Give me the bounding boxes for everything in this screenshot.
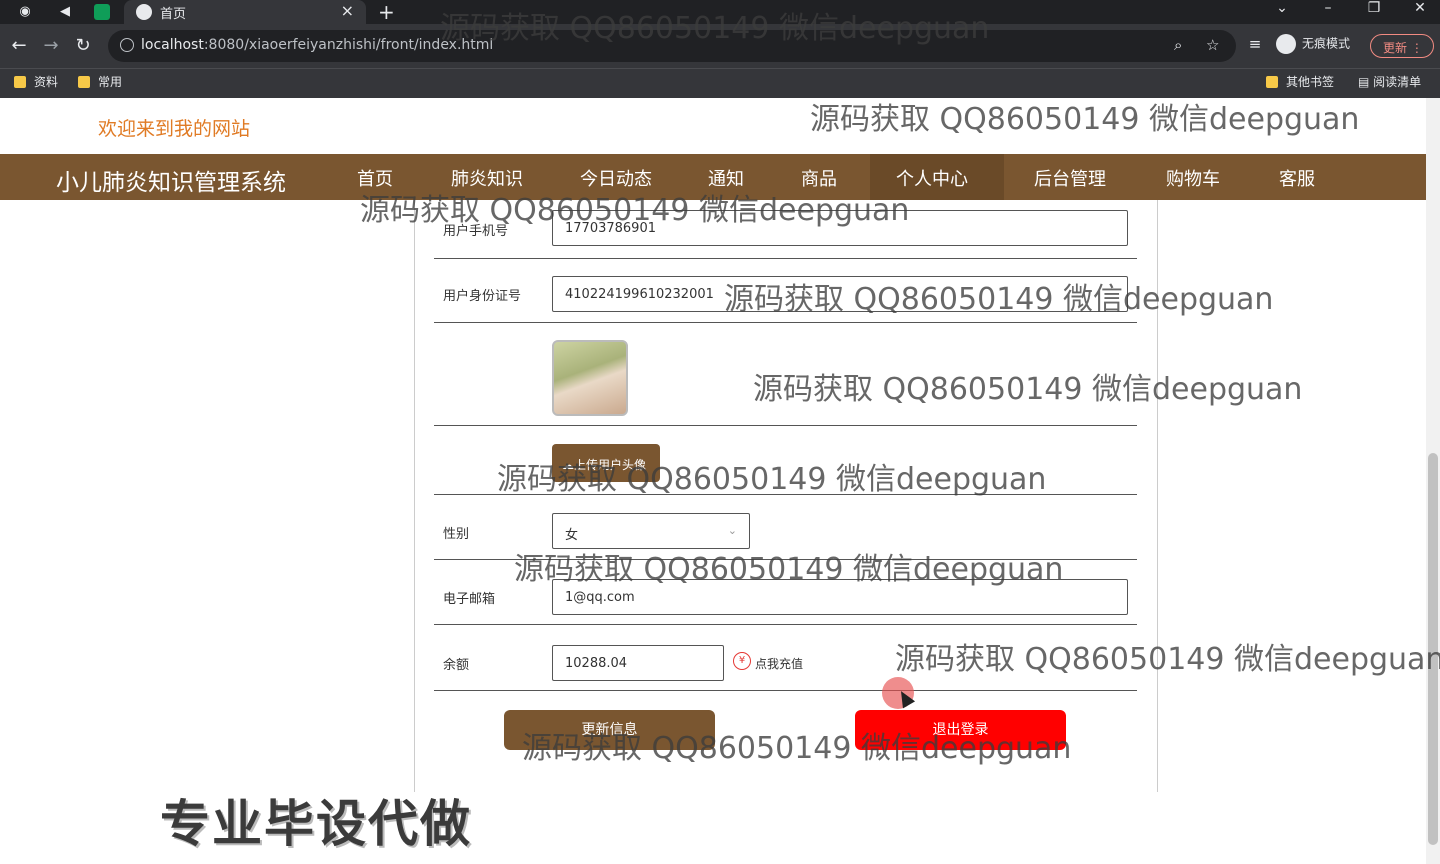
recharge-link[interactable]: 点我充值 [755, 655, 803, 672]
incognito-indicator[interactable]: 无痕模式 [1276, 34, 1350, 54]
yuan-icon[interactable]: ¥ [733, 652, 751, 670]
browser-toolbar: ← → ↻ localhost:8080/xiaoerfeiyanzhishi/… [0, 24, 1440, 68]
row-divider [434, 690, 1137, 691]
bookmarks-bar: 资料 常用 其他书签 ▤ 阅读清单 [0, 68, 1440, 98]
ad-overlay-text: 专业毕设代做 [160, 795, 472, 853]
upload-cloud-icon: ☁ [562, 458, 574, 472]
phone-input[interactable]: 17703786901 [552, 210, 1128, 246]
nav-home[interactable]: 首页 [357, 165, 393, 191]
active-tab[interactable]: 首页 × [124, 0, 366, 24]
nav-cart[interactable]: 购物车 [1166, 165, 1220, 191]
restore-icon[interactable]: ❐ [1364, 0, 1384, 16]
row-divider [434, 322, 1137, 323]
folder-icon [14, 76, 26, 88]
incognito-icon [1276, 34, 1296, 54]
nav-admin[interactable]: 后台管理 [1034, 165, 1106, 191]
row-divider [434, 494, 1137, 495]
forward-icon[interactable]: → [40, 35, 62, 56]
bookmark-star-icon[interactable]: ☆ [1206, 36, 1219, 54]
sheet-icon[interactable] [94, 4, 110, 20]
phone-label: 用户手机号 [443, 224, 509, 239]
audio-icon[interactable]: ◀ [56, 3, 74, 21]
nav-today-news[interactable]: 今日动态 [580, 165, 652, 191]
reading-list-icon: ▤ [1358, 75, 1374, 89]
site-info-icon[interactable] [120, 38, 134, 52]
folder-icon [1266, 76, 1278, 88]
welcome-text: 欢迎来到我的网站 [98, 118, 251, 140]
row-divider [434, 258, 1137, 259]
tab-title: 首页 [160, 7, 187, 22]
bookmark-folder-other[interactable]: 其他书签 [1266, 73, 1334, 90]
gender-label: 性别 [443, 527, 470, 542]
nav-notice[interactable]: 通知 [708, 165, 744, 191]
row-divider [434, 624, 1137, 625]
tab-search-icon[interactable]: ⌄ [1272, 0, 1292, 16]
url-text: localhost:8080/xiaoerfeiyanzhishi/front/… [141, 37, 494, 53]
bookmark-folder-ziliao[interactable]: 资料 [14, 73, 58, 90]
bookmark-folder-changyong[interactable]: 常用 [78, 73, 122, 90]
close-window-icon[interactable]: ✕ [1410, 0, 1430, 16]
update-info-button[interactable]: 更新信息 [504, 710, 715, 750]
tab-close-icon[interactable]: × [341, 1, 354, 20]
zoom-icon[interactable]: ⌕ [1174, 36, 1182, 54]
balance-label: 余额 [443, 658, 470, 673]
page-scrollbar[interactable] [1426, 98, 1440, 864]
nav-service[interactable]: 客服 [1279, 165, 1315, 191]
upload-avatar-button[interactable]: ☁上传用户头像 [552, 444, 660, 482]
nav-personal-center[interactable]: 个人中心 [896, 165, 968, 191]
idcard-input[interactable]: 410224199610232001 [552, 276, 1128, 312]
watermark: 源码获取 QQ86050149 微信deepguan [810, 102, 1360, 137]
site-brand[interactable]: 小儿肺炎知识管理系统 [56, 163, 286, 197]
idcard-label: 用户身份证号 [443, 289, 522, 304]
reading-list-button[interactable]: ▤ 阅读清单 [1358, 73, 1421, 90]
chevron-down-icon: ⌄ [727, 524, 737, 537]
browser-tab-bar: ◉ ◀ 首页 × + ⌄ – ❐ ✕ [0, 0, 1440, 24]
user-avatar [552, 340, 628, 416]
scrollbar-thumb[interactable] [1428, 453, 1438, 845]
email-label: 电子邮箱 [443, 592, 496, 607]
new-tab-button[interactable]: + [378, 0, 395, 24]
globe-icon[interactable]: ◉ [16, 3, 34, 21]
logout-button[interactable]: 退出登录 [855, 710, 1066, 750]
nav-pneumonia-knowledge[interactable]: 肺炎知识 [451, 165, 523, 191]
reload-icon[interactable]: ↻ [72, 35, 94, 56]
email-input[interactable]: 1@qq.com [552, 579, 1128, 615]
nav-products[interactable]: 商品 [801, 165, 837, 191]
row-divider [434, 425, 1137, 426]
gender-select[interactable]: 女 ⌄ [552, 513, 750, 549]
address-bar[interactable]: localhost:8080/xiaoerfeiyanzhishi/front/… [108, 30, 1236, 62]
row-divider [434, 559, 1137, 560]
tab-favicon-icon [136, 4, 152, 20]
back-icon[interactable]: ← [8, 35, 30, 56]
reading-list-icon[interactable]: ≡ [1244, 35, 1266, 53]
minimize-icon[interactable]: – [1318, 0, 1338, 16]
main-navbar: 小儿肺炎知识管理系统 首页 肺炎知识 今日动态 通知 商品 个人中心 后台管理 … [0, 154, 1440, 200]
folder-icon [78, 76, 90, 88]
update-button[interactable]: 更新 ⋮ [1370, 34, 1434, 58]
balance-input[interactable]: 10288.04 [552, 645, 724, 681]
